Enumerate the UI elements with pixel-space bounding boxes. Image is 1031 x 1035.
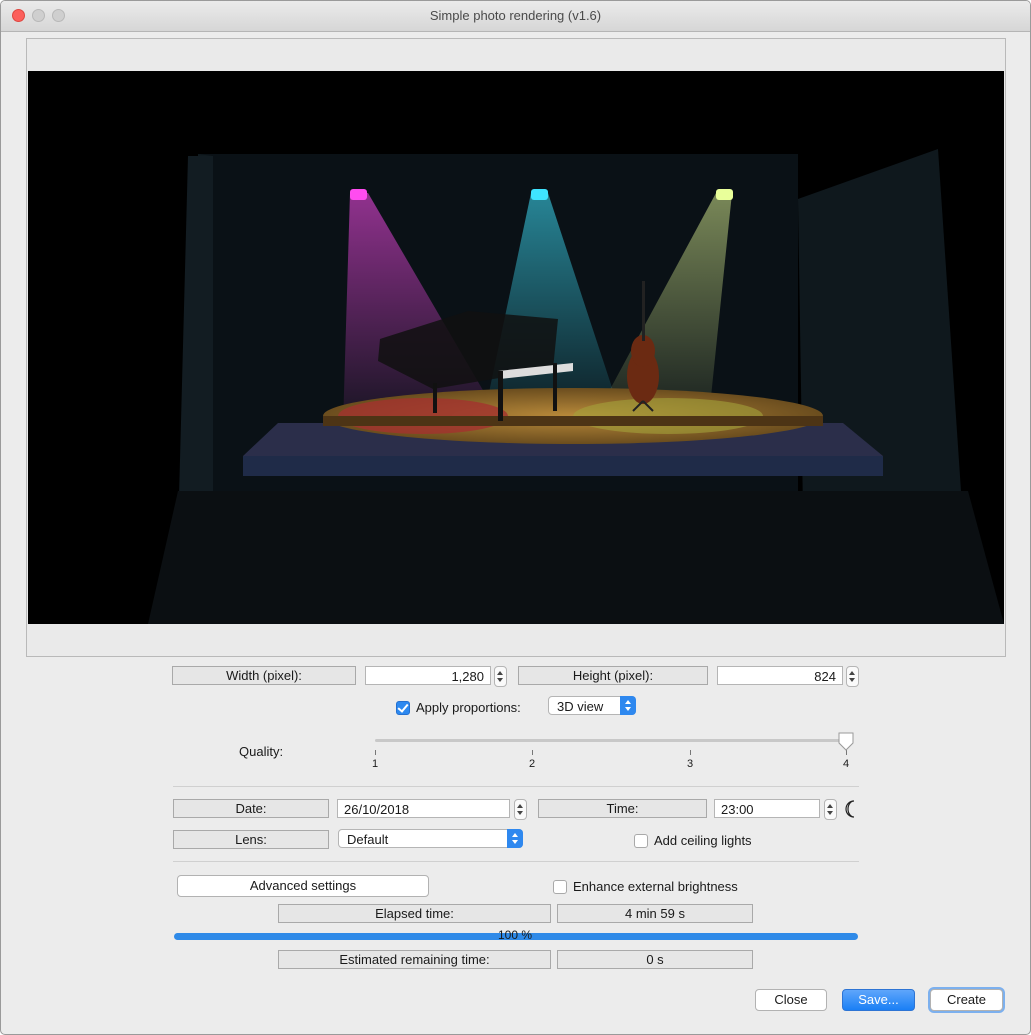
time-stepper[interactable]	[824, 799, 837, 820]
enhance-brightness-label: Enhance external brightness	[573, 879, 738, 894]
ceiling-lights-label: Add ceiling lights	[654, 833, 752, 848]
lens-select[interactable]: Default	[338, 829, 523, 848]
photo-rendering-window: Simple photo rendering (v1.6) Width (pix…	[0, 0, 1031, 1035]
date-label: Date:	[173, 799, 329, 818]
window-title: Simple photo rendering (v1.6)	[429, 8, 602, 23]
lens-label: Lens:	[173, 830, 329, 849]
height-label: Height (pixel):	[518, 666, 708, 685]
quality-tick-label: 4	[842, 758, 850, 770]
stage-render-illustration	[148, 149, 1004, 624]
ceiling-lights-checkbox[interactable]	[634, 834, 648, 848]
quality-tick	[375, 750, 376, 755]
width-label: Width (pixel):	[172, 666, 356, 685]
quality-label: Quality:	[239, 744, 284, 759]
chevron-updown-icon	[507, 829, 523, 848]
advanced-settings-button[interactable]: Advanced settings	[177, 875, 429, 897]
quality-tick-label: 3	[686, 758, 694, 770]
date-stepper[interactable]	[514, 799, 527, 820]
width-stepper[interactable]	[494, 666, 507, 687]
quality-tick-label: 1	[371, 758, 379, 770]
date-input[interactable]: 26/10/2018	[337, 799, 510, 818]
height-stepper[interactable]	[846, 666, 859, 687]
save-button[interactable]: Save...	[842, 989, 915, 1011]
divider	[173, 786, 859, 787]
quality-tick	[690, 750, 691, 755]
height-input[interactable]: 824	[717, 666, 843, 685]
progress-percent: 100 %	[498, 928, 533, 942]
time-label: Time:	[538, 799, 707, 818]
time-input[interactable]: 23:00	[714, 799, 820, 818]
rendered-image	[28, 71, 1004, 624]
remaining-time-value: 0 s	[557, 950, 753, 969]
elapsed-time-label: Elapsed time:	[278, 904, 551, 923]
proportions-selected-value: 3D view	[557, 699, 604, 714]
create-button[interactable]: Create	[930, 989, 1003, 1011]
lens-selected-value: Default	[347, 832, 389, 847]
proportions-select[interactable]: 3D view	[548, 696, 636, 715]
remaining-time-label: Estimated remaining time:	[278, 950, 551, 969]
divider	[173, 861, 859, 862]
render-preview-panel	[26, 38, 1006, 657]
chevron-updown-icon	[620, 696, 636, 715]
width-input[interactable]: 1,280	[365, 666, 491, 685]
apply-proportions-checkbox[interactable]	[396, 701, 410, 715]
close-button[interactable]: Close	[755, 989, 827, 1011]
quality-tick	[532, 750, 533, 755]
enhance-brightness-checkbox[interactable]	[553, 880, 567, 894]
title-bar: Simple photo rendering (v1.6)	[1, 1, 1030, 32]
moon-icon	[845, 800, 855, 818]
elapsed-time-value: 4 min 59 s	[557, 904, 753, 923]
quality-slider-track[interactable]	[375, 739, 847, 742]
quality-tick-label: 2	[528, 758, 536, 770]
apply-proportions-label: Apply proportions:	[416, 700, 521, 715]
quality-slider-thumb[interactable]	[837, 732, 855, 752]
